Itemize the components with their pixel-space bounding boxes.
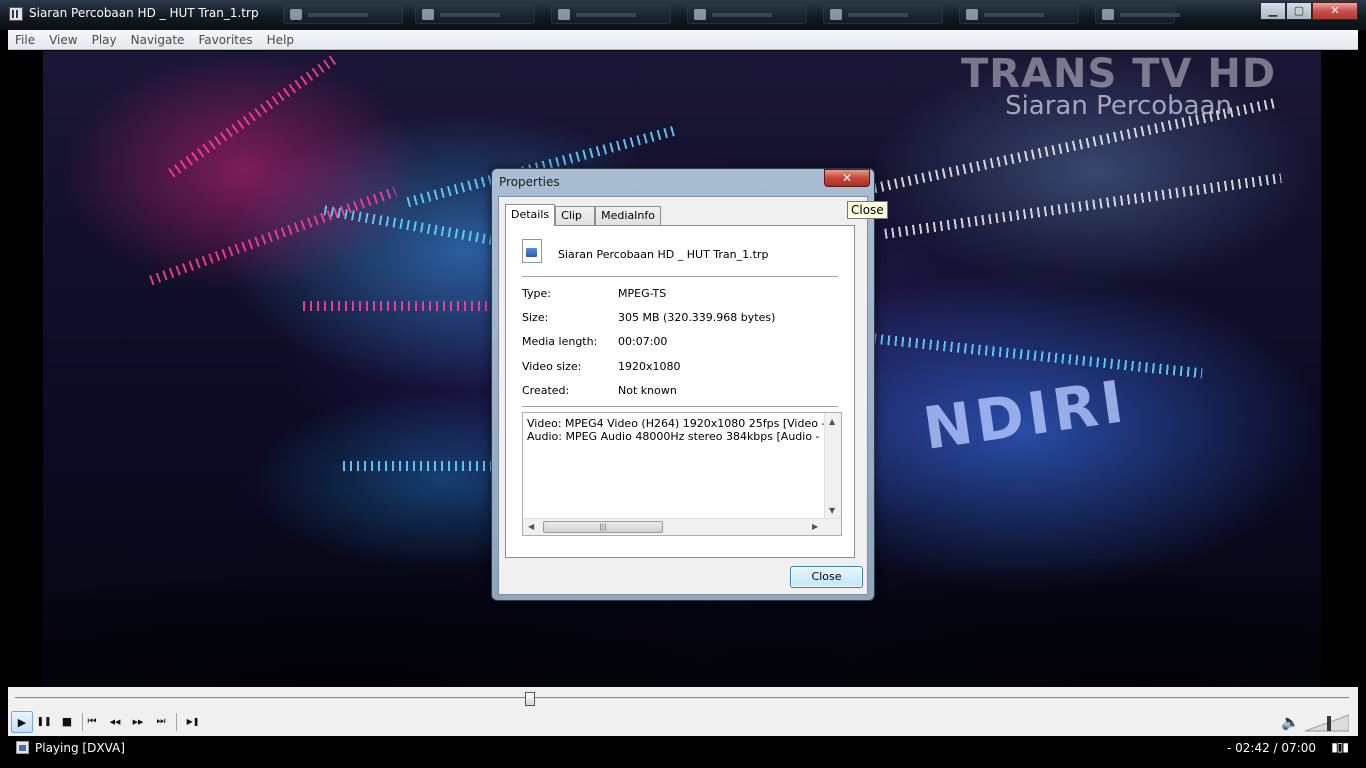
seek-bar[interactable] xyxy=(8,687,1358,709)
vertical-scrollbar[interactable]: ▲ ▼ xyxy=(824,413,841,519)
stage-truss xyxy=(884,173,1282,239)
scroll-right-icon[interactable]: ▶ xyxy=(812,522,818,531)
stage-truss xyxy=(873,333,1203,379)
divider xyxy=(522,276,838,277)
rewind-button[interactable]: ◀◀ xyxy=(104,711,126,733)
toolbar-separator xyxy=(176,713,177,731)
frame-step-button[interactable]: ▶❚ xyxy=(182,711,204,733)
watermark-subtitle: Siaran Percobaan xyxy=(1005,91,1233,121)
stage-truss xyxy=(149,186,397,286)
maximize-button[interactable]: ▢ xyxy=(1286,2,1312,20)
menu-help[interactable]: Help xyxy=(260,33,301,47)
playback-status: Playing [DXVA] xyxy=(35,741,125,755)
status-file-icon xyxy=(16,741,29,754)
divider xyxy=(522,406,838,407)
prop-size-value: 305 MB (320.339.968 bytes) xyxy=(618,311,776,324)
window-titlebar[interactable]: Siaran Percobaan HD _ HUT Tran_1.trp ▁ ▢… xyxy=(0,0,1366,30)
prop-type-label: Type: xyxy=(522,287,551,300)
taskbar-preview-tab xyxy=(1095,4,1180,24)
stage-screen-text: NDIRI xyxy=(919,367,1132,463)
taskbar-preview-tab xyxy=(823,4,943,24)
close-tooltip: Close xyxy=(847,201,888,219)
prop-created-value: Not known xyxy=(618,384,677,397)
stream-info-video: Video: MPEG4 Video (H264) 1920x1080 25fp… xyxy=(527,417,842,430)
prop-length-value: 00:07:00 xyxy=(618,335,668,348)
menu-navigate[interactable]: Navigate xyxy=(124,33,192,47)
prop-length-label: Media length: xyxy=(522,335,598,348)
menu-bar: File View Play Navigate Favorites Help xyxy=(8,30,1358,50)
next-button[interactable]: ⏭ xyxy=(150,711,172,733)
taskbar-preview-tab xyxy=(415,4,535,24)
menu-file[interactable]: File xyxy=(8,33,42,47)
stage-truss xyxy=(303,301,503,311)
status-bar: Playing [DXVA] - 02:42 / 07:00 ▮▯▮ xyxy=(8,736,1358,760)
app-icon[interactable] xyxy=(9,7,23,21)
scroll-up-icon[interactable]: ▲ xyxy=(829,417,835,426)
file-name: Siaran Percobaan HD _ HUT Tran_1.trp xyxy=(558,248,769,261)
stop-button[interactable]: ■ xyxy=(56,711,78,733)
signal-icon: ▮▯▮ xyxy=(1331,740,1349,754)
stream-info-box[interactable]: Video: MPEG4 Video (H264) 1920x1080 25fp… xyxy=(522,412,842,536)
window-title: Siaran Percobaan HD _ HUT Tran_1.trp xyxy=(29,6,259,20)
properties-dialog: Properties ✕ Details Clip MediaInfo Siar… xyxy=(491,168,875,601)
volume-icon[interactable]: 🔈 xyxy=(1281,713,1300,731)
menu-favorites[interactable]: Favorites xyxy=(191,33,259,47)
stage-truss xyxy=(323,205,503,247)
dialog-tabs: Details Clip MediaInfo xyxy=(505,204,661,226)
scroll-left-icon[interactable]: ◀ xyxy=(528,522,534,531)
volume-slider[interactable] xyxy=(1305,713,1349,732)
menu-view[interactable]: View xyxy=(42,33,84,47)
prop-size-label: Size: xyxy=(522,311,549,324)
previous-button[interactable]: ⏮ xyxy=(81,711,103,733)
play-button[interactable]: ▶ xyxy=(11,711,33,733)
taskbar-preview-tab xyxy=(959,4,1079,24)
scroll-thumb[interactable]: ||| xyxy=(543,521,663,533)
close-window-button[interactable]: ✕ xyxy=(1312,2,1358,20)
tab-clip[interactable]: Clip xyxy=(555,206,596,225)
prop-video-size-label: Video size: xyxy=(522,360,582,373)
pause-button[interactable]: ❚❚ xyxy=(33,711,55,733)
details-panel: Siaran Percobaan HD _ HUT Tran_1.trp Typ… xyxy=(505,225,855,558)
taskbar-preview-tab xyxy=(283,4,403,24)
dialog-title: Properties xyxy=(499,175,560,189)
tab-details[interactable]: Details xyxy=(505,204,556,226)
minimize-button[interactable]: ▁ xyxy=(1260,2,1286,20)
menu-play[interactable]: Play xyxy=(85,33,124,47)
fast-forward-button[interactable]: ▶▶ xyxy=(127,711,149,733)
seek-track[interactable] xyxy=(15,697,1349,700)
playback-toolbar: ▶ ❚❚ ■ ⏮ ◀◀ ▶▶ ⏭ ▶❚ 🔈 xyxy=(8,709,1358,736)
horizontal-scrollbar[interactable]: ◀ ||| ▶ xyxy=(523,518,841,535)
taskbar-preview-tab xyxy=(687,4,807,24)
media-file-icon xyxy=(522,239,542,263)
stage-truss xyxy=(343,461,493,471)
stage-truss xyxy=(168,54,338,178)
prop-created-label: Created: xyxy=(522,384,570,397)
stream-info-audio: Audio: MPEG Audio 48000Hz stereo 384kbps… xyxy=(527,430,842,443)
prop-video-size-value: 1920x1080 xyxy=(618,360,681,373)
close-button[interactable]: Close xyxy=(790,566,863,588)
time-readout: - 02:42 / 07:00 xyxy=(1227,741,1316,755)
tab-mediainfo[interactable]: MediaInfo xyxy=(595,206,661,225)
scroll-down-icon[interactable]: ▼ xyxy=(829,506,835,515)
taskbar-preview-tab xyxy=(551,4,671,24)
prop-type-value: MPEG-TS xyxy=(618,287,667,300)
dialog-close-button[interactable]: ✕ xyxy=(824,169,870,187)
channel-watermark: TRANS TV HD Siaran Percobaan xyxy=(961,51,1276,121)
seek-thumb[interactable] xyxy=(524,692,535,706)
dialog-body: Details Clip MediaInfo Siaran Percobaan … xyxy=(498,196,868,595)
